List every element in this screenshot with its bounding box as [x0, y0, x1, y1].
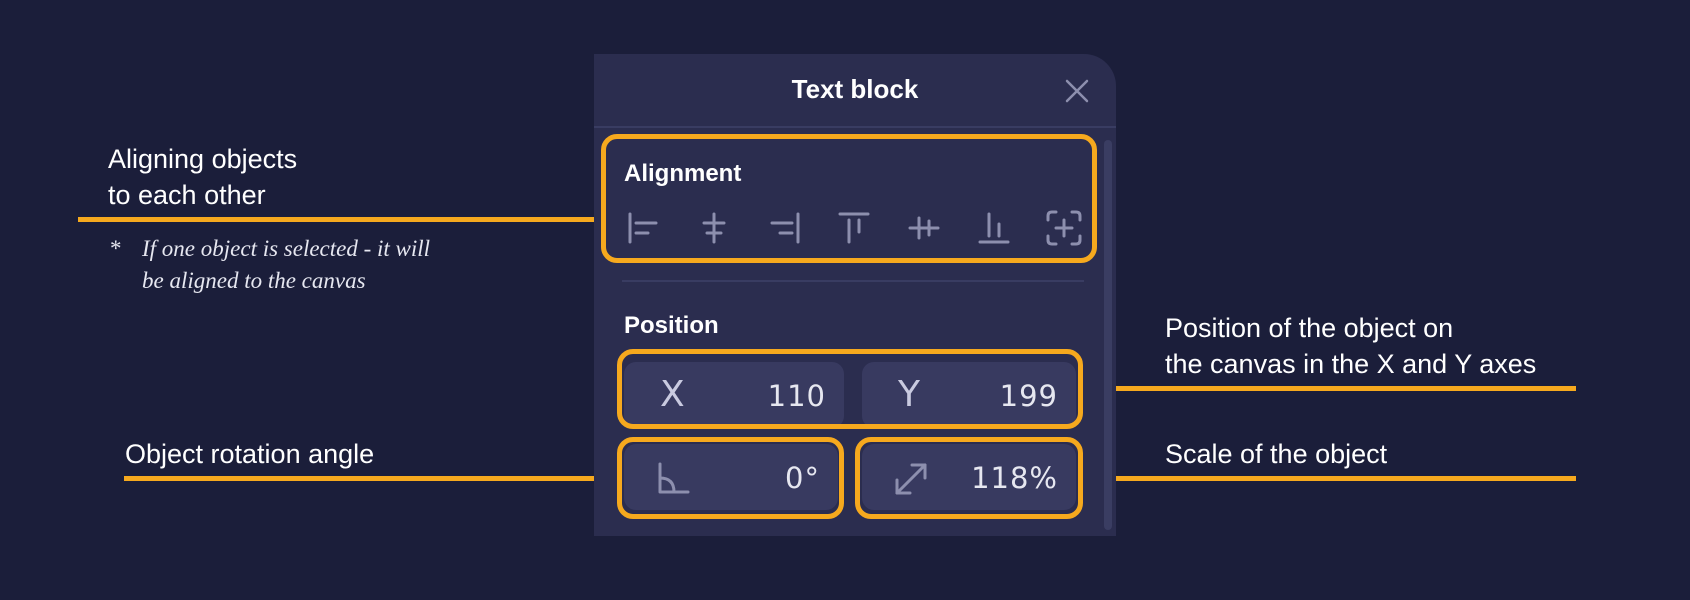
annotation-aligning-note: * If one object is selected - it will be… [110, 233, 431, 297]
aligning-connector-line [78, 217, 604, 222]
scale-connector-line [1080, 476, 1576, 481]
rotation-connector-line [124, 476, 616, 481]
section-divider [622, 280, 1084, 282]
note-line1: If one object is selected - it will [142, 236, 431, 261]
note-line2: be aligned to the canvas [142, 268, 366, 293]
position-connector-line [1080, 386, 1576, 391]
annotation-aligning-line1: Aligning objects [108, 144, 298, 174]
annotation-position-line1: Position of the object on [1165, 313, 1454, 343]
annotation-position-line2: the canvas in the X and Y axes [1165, 349, 1537, 379]
scale-highlight-frame [855, 437, 1083, 519]
annotation-aligning: Aligning objects to each other [108, 141, 297, 213]
panel-header: Text block [594, 54, 1116, 128]
alignment-highlight-frame [601, 134, 1097, 263]
rotation-highlight-frame [617, 437, 844, 519]
annotation-rotation: Object rotation angle [125, 439, 375, 469]
note-asterisk: * [110, 236, 122, 261]
annotation-position: Position of the object on the canvas in … [1165, 310, 1536, 382]
position-highlight-frame [617, 349, 1083, 429]
panel-title: Text block [791, 74, 919, 104]
annotation-scale: Scale of the object [1165, 439, 1388, 469]
position-label: Position [624, 312, 719, 339]
close-icon[interactable] [1062, 76, 1092, 106]
annotation-aligning-line2: to each other [108, 180, 266, 210]
panel-scrollbar[interactable] [1104, 140, 1112, 530]
